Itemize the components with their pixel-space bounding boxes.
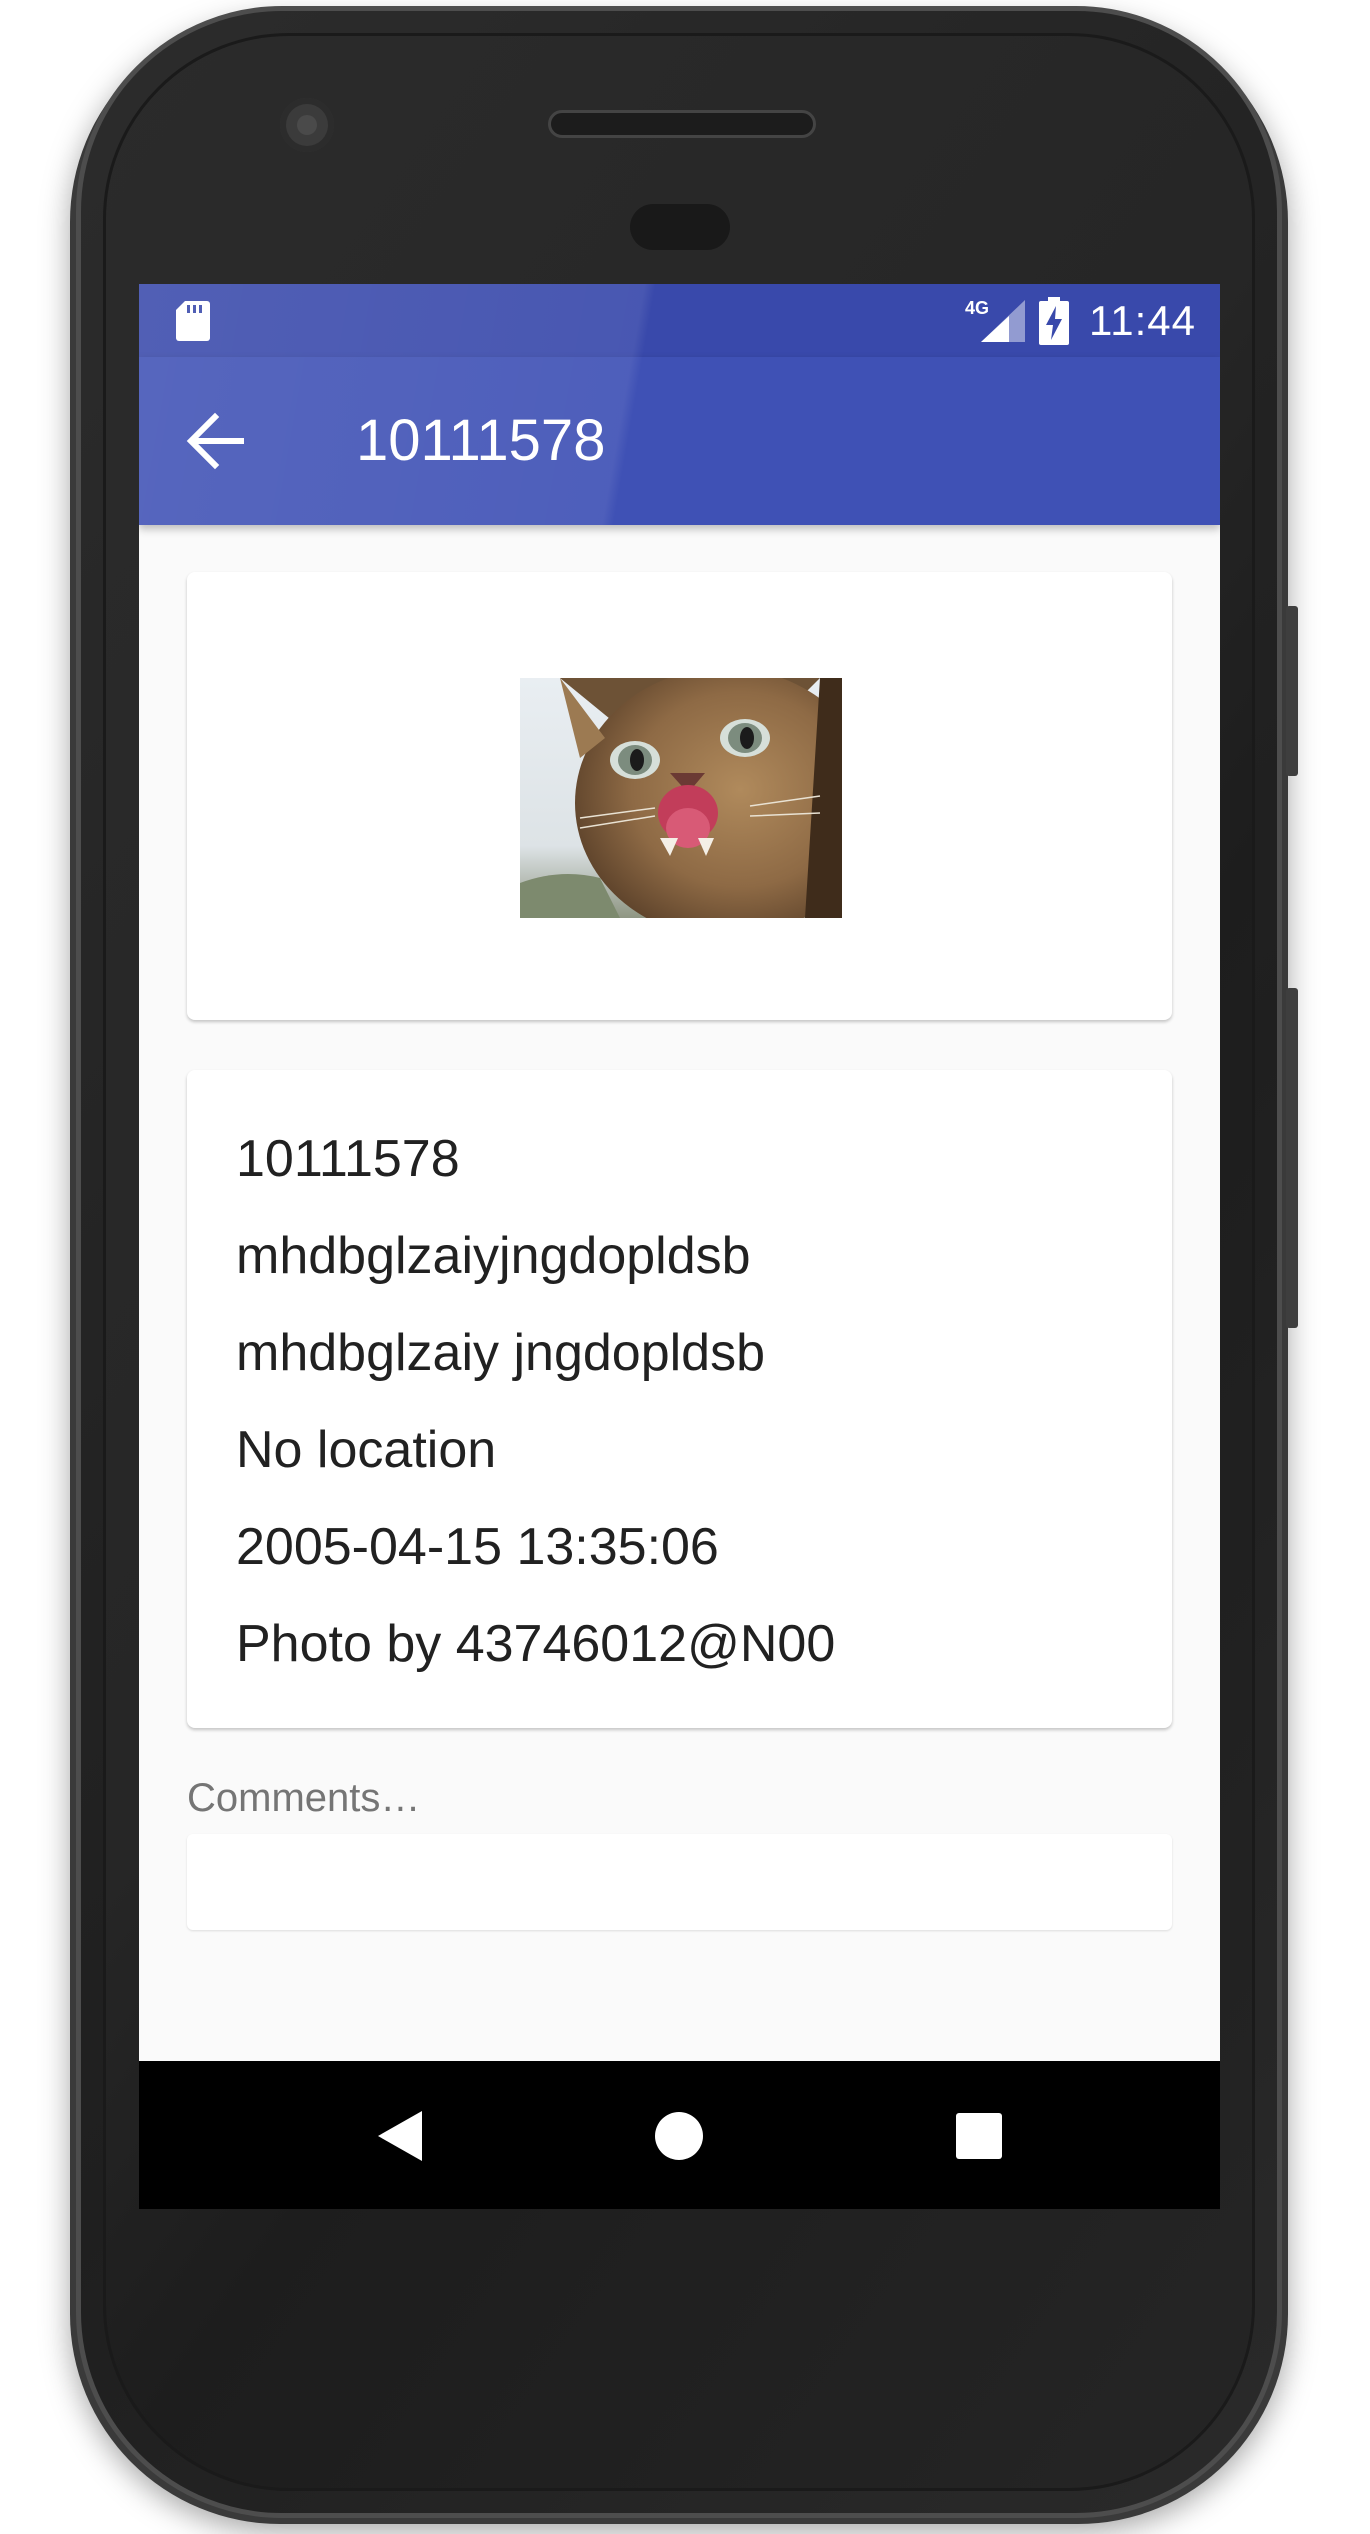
sd-card-icon bbox=[176, 301, 210, 341]
recents-square-icon bbox=[956, 2113, 1002, 2159]
status-bar: 4G 11:44 bbox=[139, 284, 1220, 357]
photo-description: mhdbglzaiy jngdopldsb bbox=[236, 1324, 766, 1382]
home-circle-icon bbox=[655, 2112, 703, 2160]
arrow-back-icon bbox=[186, 412, 244, 470]
signal-icon: 4G bbox=[965, 298, 1025, 342]
back-button[interactable] bbox=[179, 401, 259, 481]
nav-back-button[interactable] bbox=[354, 2091, 444, 2181]
proximity-sensor bbox=[630, 204, 730, 250]
photo-title: mhdbglzaiyjngdopldsb bbox=[236, 1227, 751, 1285]
front-camera bbox=[280, 98, 334, 152]
cat-photo-image bbox=[520, 678, 842, 918]
photo-owner: Photo by 43746012@N00 bbox=[236, 1615, 836, 1673]
status-clock: 11:44 bbox=[1089, 297, 1196, 344]
photo-date-taken: 2005-04-15 13:35:06 bbox=[236, 1518, 719, 1576]
network-type-label: 4G bbox=[965, 298, 989, 318]
power-button bbox=[1286, 988, 1298, 1328]
volume-button bbox=[1286, 606, 1298, 776]
navigation-bar bbox=[139, 2061, 1220, 2209]
photo-location: No location bbox=[236, 1421, 497, 1479]
photo-thumbnail[interactable] bbox=[520, 678, 842, 918]
comments-label: Comments… bbox=[187, 1776, 421, 1820]
battery-charging-icon bbox=[1039, 297, 1069, 345]
page: 4G 11:44 10111578 10111578 mhdbglzaiyjng… bbox=[0, 0, 1370, 2534]
photo-id: 10111578 bbox=[236, 1130, 460, 1188]
app-bar: 10111578 bbox=[139, 357, 1220, 525]
earpiece-speaker bbox=[548, 110, 816, 138]
page-title: 10111578 bbox=[356, 408, 606, 473]
comments-field[interactable] bbox=[187, 1834, 1172, 1930]
screen: 4G 11:44 10111578 10111578 mhdbglzaiyjng… bbox=[139, 284, 1220, 2209]
back-triangle-icon bbox=[378, 2111, 422, 2161]
nav-recents-button[interactable] bbox=[934, 2091, 1024, 2181]
photo-card bbox=[187, 572, 1172, 1020]
nav-home-button[interactable] bbox=[634, 2091, 724, 2181]
